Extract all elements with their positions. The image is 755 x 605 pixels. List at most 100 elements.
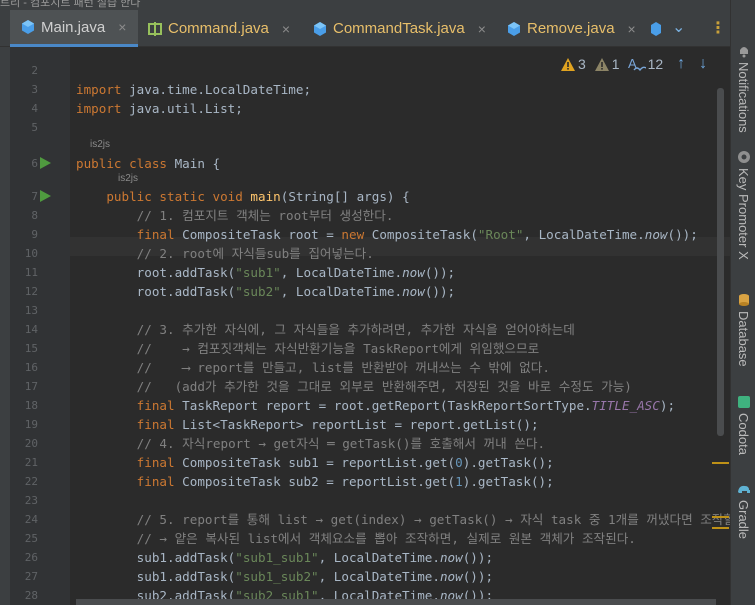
code-token: ()); xyxy=(424,284,456,299)
line-number: 2 xyxy=(31,64,38,77)
tab-list-dropdown-icon[interactable]: ⌄ xyxy=(672,17,685,36)
code-token: import xyxy=(76,101,130,116)
run-icon[interactable] xyxy=(40,190,51,202)
code-token: final xyxy=(136,227,183,242)
interface-icon xyxy=(148,21,162,36)
code-token: "sub2" xyxy=(235,284,281,299)
code-token: // (add가 추가한 것을 그대로 외부로 반환해주면, 저장된 것을 바로… xyxy=(76,379,632,394)
code-line[interactable]: public class Main { xyxy=(76,154,220,173)
code-line[interactable]: // 4. 자식report → get자식 ═ getTask()를 호출해서… xyxy=(76,434,545,453)
code-token: ()); xyxy=(462,569,494,584)
code-token: (String[] args) { xyxy=(280,189,410,204)
window-title-strip: 트리 - 컴포지트 패턴 실습 한다 xyxy=(0,0,730,10)
gradle-panel-button[interactable]: Gradle xyxy=(731,482,755,539)
line-number: 20 xyxy=(24,437,38,450)
code-line[interactable]: // 3. 추가한 자식에, 그 자식들을 추가하려면, 추가한 자식을 얻어야… xyxy=(76,320,575,339)
notifications-panel-button[interactable]: Notifications xyxy=(731,44,755,133)
code-token: java.util.List; xyxy=(129,101,243,116)
line-number: 16 xyxy=(24,361,38,374)
code-line[interactable]: sub1.addTask("sub1_sub1", LocalDateTime.… xyxy=(76,548,493,567)
codota-icon xyxy=(737,396,750,408)
code-token: ); xyxy=(659,398,676,413)
code-token: now xyxy=(644,227,668,242)
warning-stripe xyxy=(712,516,729,518)
code-token: ()); xyxy=(462,550,494,565)
tab-command-java[interactable]: Command.java × xyxy=(147,10,307,47)
more-actions-icon[interactable]: ⋮ xyxy=(710,18,726,37)
panel-label: Key Promoter X xyxy=(736,168,751,260)
code-token: , LocalDateTime. xyxy=(318,550,440,565)
run-icon[interactable] xyxy=(40,157,51,169)
code-token: "sub1_sub2" xyxy=(235,569,319,584)
code-line[interactable]: // 5. report를 통해 list → get(index) → get… xyxy=(76,510,730,529)
code-token: // 2. root에 자식들sub를 집어넣는다. xyxy=(76,246,374,261)
tab-remove-java[interactable]: Remove.java × xyxy=(506,10,646,47)
code-line[interactable]: final CompositeTask root = new Composite… xyxy=(76,225,698,244)
vertical-scrollbar[interactable] xyxy=(717,88,724,436)
code-line[interactable]: root.addTask("sub1", LocalDateTime.now()… xyxy=(76,263,456,282)
truncated-tab-icon[interactable] xyxy=(651,21,661,37)
close-icon[interactable]: × xyxy=(478,21,486,37)
close-icon[interactable]: × xyxy=(282,21,290,37)
code-line[interactable]: root.addTask("sub2", LocalDateTime.now()… xyxy=(76,282,456,301)
line-number: 27 xyxy=(24,570,38,583)
code-editor[interactable]: import java.time.LocalDateTime; import ja… xyxy=(70,47,730,605)
line-number: 15 xyxy=(24,342,38,355)
database-icon xyxy=(738,294,749,306)
horizontal-scrollbar[interactable] xyxy=(76,599,716,605)
code-token: new xyxy=(341,227,372,242)
author-inlay-hint[interactable]: is2js xyxy=(90,139,110,150)
panel-label: Gradle xyxy=(736,500,751,540)
panel-label: Codota xyxy=(736,413,751,455)
code-line[interactable]: public static void main(String[] args) { xyxy=(76,187,410,206)
code-token: import xyxy=(76,82,130,97)
code-line[interactable]: // 2. root에 자식들sub를 집어넣는다. xyxy=(76,244,374,263)
code-token: ()); xyxy=(424,265,456,280)
inspection-widget[interactable]: 3 1 A 12 ↑ ↓ xyxy=(560,55,707,73)
code-line[interactable]: // ⟶ report를 만들고, list를 반환받아 꺼내쓰는 수 밖에 없… xyxy=(76,358,550,377)
code-line[interactable]: final List<TaskReport> reportList = repo… xyxy=(76,415,539,434)
database-panel-button[interactable]: Database xyxy=(731,293,755,367)
code-token: // → 얕은 복사된 list에서 객체요소를 뽑아 조작하면, 실제로 원본… xyxy=(76,531,636,546)
line-number: 12 xyxy=(24,285,38,298)
code-line[interactable]: // → 컴포짓객체는 자식반환기능을 TaskReport에게 위임했으므로 xyxy=(76,339,540,358)
line-number: 11 xyxy=(24,266,38,279)
line-number: 13 xyxy=(24,304,38,317)
code-line[interactable]: // → 얕은 복사된 list에서 객체요소를 뽑아 조작하면, 실제로 원본… xyxy=(76,529,636,548)
code-line[interactable]: // (add가 추가한 것을 그대로 외부로 반환해주면, 저장된 것을 바로… xyxy=(76,377,632,396)
code-line[interactable]: import java.util.List; xyxy=(76,99,243,118)
code-line[interactable]: final CompositeTask sub2 = reportList.ge… xyxy=(76,472,554,491)
line-number: 28 xyxy=(24,589,38,602)
code-token: now xyxy=(439,569,463,584)
code-token: // → 컴포짓객체는 자식반환기능을 TaskReport에게 위임했으므로 xyxy=(76,341,540,356)
codota-panel-button[interactable]: Codota xyxy=(731,395,755,455)
previous-problem-icon[interactable]: ↑ xyxy=(677,55,685,73)
code-token: "sub1_sub1" xyxy=(235,550,319,565)
gradle-elephant-icon xyxy=(737,485,750,493)
code-line[interactable]: final TaskReport report = root.getReport… xyxy=(76,396,675,415)
warning-icon xyxy=(561,57,575,71)
code-line[interactable]: import java.time.LocalDateTime; xyxy=(76,80,311,99)
close-icon[interactable]: × xyxy=(118,19,126,35)
line-number: 17 xyxy=(24,380,38,393)
line-number: 3 xyxy=(31,83,38,96)
tab-label: Remove.java xyxy=(527,20,615,37)
code-token: java.time.LocalDateTime; xyxy=(129,82,312,97)
tab-main-java[interactable]: Main.java × xyxy=(10,10,138,47)
tab-commandtask-java[interactable]: CommandTask.java × xyxy=(312,10,500,47)
author-inlay-hint[interactable]: is2js xyxy=(118,173,138,184)
line-number: 26 xyxy=(24,551,38,564)
code-line[interactable]: final CompositeTask sub1 = reportList.ge… xyxy=(76,453,554,472)
next-problem-icon[interactable]: ↓ xyxy=(699,55,707,73)
code-line[interactable]: sub1.addTask("sub1_sub2", LocalDateTime.… xyxy=(76,567,493,586)
code-token: final xyxy=(136,417,183,432)
key-promoter-panel-button[interactable]: Key Promoter X xyxy=(731,150,755,260)
code-line[interactable]: // 1. 컴포지트 객체는 root부터 생성한다. xyxy=(76,206,394,225)
code-token: ).getTask(); xyxy=(462,455,554,470)
close-icon[interactable]: × xyxy=(628,21,636,37)
line-number: 21 xyxy=(24,456,38,469)
line-number: 24 xyxy=(24,513,38,526)
